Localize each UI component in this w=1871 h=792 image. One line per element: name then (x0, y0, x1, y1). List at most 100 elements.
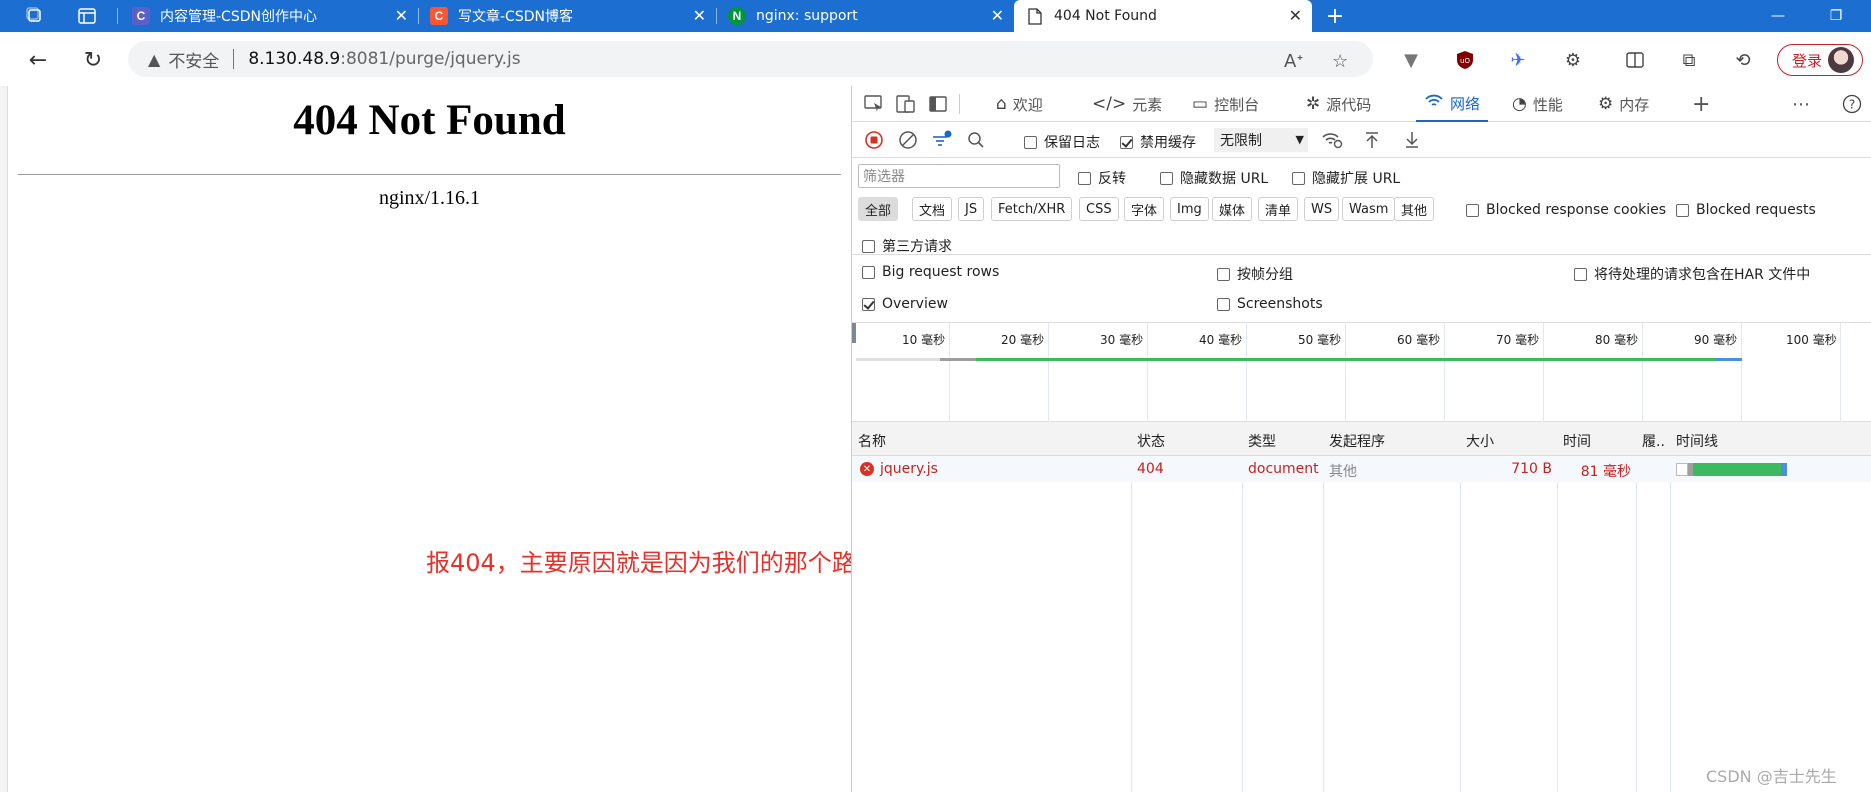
tab-welcome[interactable]: ⌂ 欢迎 (996, 86, 1043, 122)
blocked-requests-checkbox[interactable]: Blocked requests (1676, 202, 1816, 218)
type-filter-manifest[interactable]: 清单 (1258, 197, 1299, 221)
record-stop-icon[interactable] (862, 128, 886, 152)
back-icon[interactable]: ← (22, 44, 54, 76)
favorite-star-icon[interactable]: ☆ (1332, 51, 1348, 72)
type-filter-other[interactable]: 其他 (1394, 197, 1435, 221)
hide-data-url-checkbox[interactable]: 隐藏数据 URL (1160, 168, 1268, 188)
timeline-tick: 60 毫秒 (1397, 333, 1441, 347)
request-type: document (1248, 461, 1319, 477)
column-header-name[interactable]: 名称 (858, 431, 886, 451)
add-tab-button[interactable]: + (1692, 86, 1710, 122)
column-header-status[interactable]: 状态 (1137, 431, 1165, 451)
column-header-fulfilled[interactable]: 履.. (1642, 431, 1665, 451)
close-icon[interactable]: ✕ (1289, 6, 1302, 25)
tab-sources[interactable]: ✲ 源代码 (1306, 86, 1371, 122)
gauge-icon: ◔ (1512, 94, 1527, 114)
checkbox-label: 第三方请求 (882, 239, 952, 255)
type-filter-media[interactable]: 媒体 (1212, 197, 1253, 221)
refresh-icon[interactable]: ↻ (77, 44, 109, 76)
tab-console[interactable]: ▭ 控制台 (1192, 86, 1259, 122)
minimize-button[interactable]: — (1755, 0, 1801, 32)
overview-checkbox[interactable]: Overview (862, 296, 948, 312)
device-toolbar-icon[interactable] (894, 92, 918, 116)
disable-cache-checkbox[interactable]: 禁用缓存 (1120, 132, 1196, 152)
tab-performance[interactable]: ◔ 性能 (1512, 86, 1563, 122)
tab-nginx-support[interactable]: N nginx: support ✕ (716, 0, 1014, 32)
tab-memory[interactable]: ⚙ 内存 (1598, 86, 1649, 122)
type-filter-css[interactable]: CSS (1079, 197, 1119, 221)
filter-input[interactable]: 筛选器 (858, 164, 1060, 188)
tab-network[interactable]: 网络 (1416, 86, 1489, 122)
tab-csdn-content[interactable]: C 内容管理-CSDN创作中心 ✕ (120, 0, 418, 32)
collections-icon[interactable]: ⧉ (1676, 47, 1702, 73)
import-har-icon[interactable] (1360, 128, 1384, 152)
type-filter-js[interactable]: JS (958, 197, 985, 221)
type-filter-wasm[interactable]: Wasm (1342, 197, 1396, 221)
extensions-puzzle-icon[interactable]: ⚙ (1560, 47, 1586, 73)
close-icon[interactable]: ✕ (693, 6, 706, 25)
type-filter-ws[interactable]: WS (1304, 197, 1340, 221)
clear-icon[interactable] (896, 128, 920, 152)
login-button[interactable]: 登录 (1777, 44, 1863, 76)
type-filter-fetch-xhr[interactable]: Fetch/XHR (991, 197, 1073, 221)
grid-line (1642, 323, 1643, 423)
timeline-tick: 40 毫秒 (1199, 333, 1243, 347)
invert-checkbox[interactable]: 反转 (1078, 168, 1126, 188)
checkbox-box (1574, 267, 1587, 281)
timeline-tick: 100 毫秒 (1786, 333, 1837, 347)
column-header-size[interactable]: 大小 (1466, 431, 1494, 451)
har-pending-checkbox[interactable]: 将待处理的请求包含在HAR 文件中 (1574, 264, 1810, 284)
group-by-frame-checkbox[interactable]: 按帧分组 (1217, 264, 1293, 284)
third-party-checkbox[interactable]: 第三方请求 (862, 236, 952, 256)
bird-extension-icon[interactable]: ✈ (1505, 47, 1531, 73)
maximize-button[interactable]: ❐ (1813, 0, 1859, 32)
type-filter-all[interactable]: 全部 (858, 197, 899, 221)
split-screen-icon[interactable] (1622, 47, 1648, 73)
tab-actions-icon[interactable] (74, 4, 100, 28)
table-row[interactable]: ✕ jquery.js 404 document 其他 710 B 81 毫秒 (852, 456, 1871, 482)
column-header-initiator[interactable]: 发起程序 (1329, 431, 1385, 451)
close-icon[interactable]: ✕ (395, 6, 408, 25)
address-input[interactable]: ▲ 不安全 8.130.48.9:8081/purge/jquery.js (128, 41, 1373, 77)
hide-extension-url-checkbox[interactable]: 隐藏扩展 URL (1292, 168, 1400, 188)
ublock-icon[interactable]: uO (1452, 47, 1478, 73)
preserve-log-checkbox[interactable]: 保留日志 (1024, 132, 1100, 152)
timeline-overview[interactable]: 10 毫秒 20 毫秒 30 毫秒 40 毫秒 50 毫秒 60 毫秒 70 毫… (852, 322, 1871, 423)
overview-handle[interactable] (852, 323, 856, 343)
column-header-type[interactable]: 类型 (1248, 431, 1276, 451)
throttling-select[interactable]: 无限制 ▼ (1214, 128, 1308, 152)
home-icon: ⌂ (996, 94, 1007, 114)
column-header-waterfall[interactable]: 时间线 (1676, 431, 1718, 451)
export-har-icon[interactable] (1400, 128, 1424, 152)
blocked-cookies-checkbox[interactable]: Blocked response cookies (1466, 202, 1666, 218)
inspect-element-icon[interactable] (862, 92, 886, 116)
history-icon[interactable]: ⟲ (1730, 47, 1756, 73)
dock-side-icon[interactable] (926, 92, 950, 116)
tab-title: 404 Not Found (1054, 8, 1157, 24)
filter-icon[interactable] (930, 128, 954, 152)
more-options-icon[interactable]: ⋯ (1792, 86, 1810, 122)
type-filter-font[interactable]: 字体 (1124, 197, 1165, 221)
timeline-tick: 10 毫秒 (902, 333, 946, 347)
type-filter-doc[interactable]: 文档 (912, 197, 953, 221)
help-icon[interactable]: ? (1842, 86, 1862, 122)
checkbox-label: 反转 (1098, 171, 1126, 187)
waterfall-end (1781, 463, 1787, 476)
big-request-rows-checkbox[interactable]: Big request rows (862, 264, 999, 280)
tab-elements[interactable]: </> 元素 (1092, 86, 1162, 122)
new-tab-button[interactable]: + (1322, 4, 1348, 29)
type-filter-img[interactable]: Img (1170, 197, 1209, 221)
close-icon[interactable]: ✕ (991, 6, 1004, 25)
workspaces-icon[interactable] (22, 4, 48, 28)
column-header-time[interactable]: 时间 (1563, 431, 1591, 451)
screenshots-checkbox[interactable]: Screenshots (1217, 296, 1323, 312)
avatar (1828, 47, 1854, 73)
tab-404[interactable]: 404 Not Found ✕ (1014, 0, 1312, 32)
vue-devtools-icon[interactable]: ▼ (1398, 47, 1424, 73)
read-aloud-icon[interactable]: Aᐩ (1284, 51, 1303, 72)
network-conditions-icon[interactable] (1320, 128, 1344, 152)
grid-line (949, 323, 950, 423)
request-initiator: 其他 (1329, 464, 1357, 480)
search-icon[interactable] (964, 128, 988, 152)
tab-csdn-write[interactable]: C 写文章-CSDN博客 ✕ (418, 0, 716, 32)
